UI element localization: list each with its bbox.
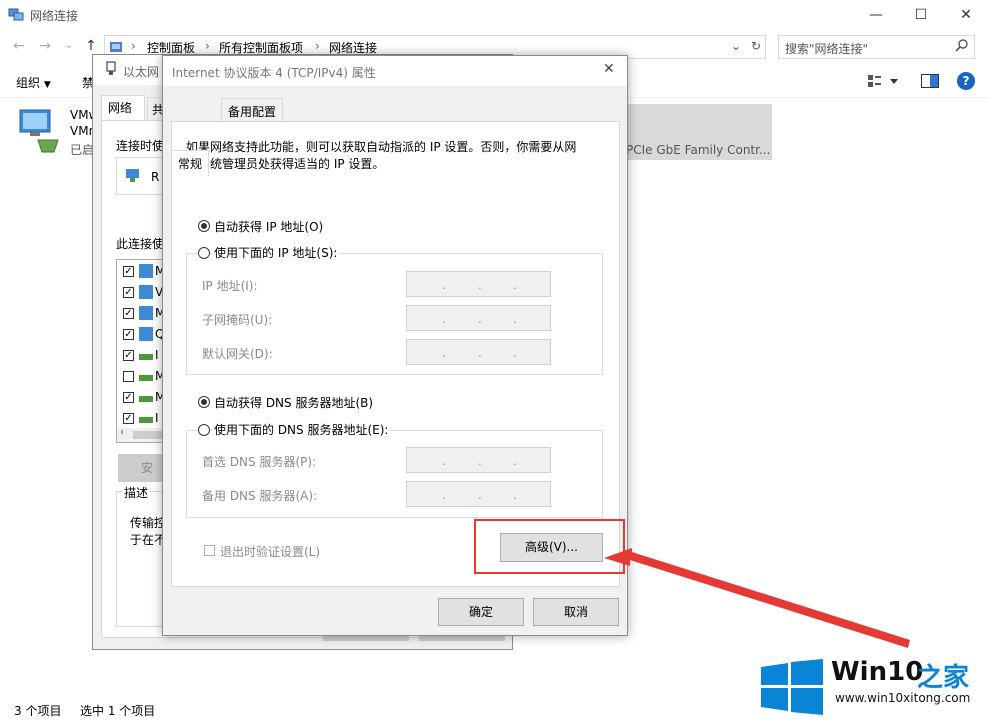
windows-logo-icon	[761, 659, 823, 718]
tab-general[interactable]: 常规	[171, 150, 210, 176]
brand-suffix: 之家	[917, 663, 970, 693]
annotation-arrow-icon	[604, 548, 910, 648]
watermark: Win10 之家 www.win10xitong.com	[757, 655, 989, 721]
brand-name: Win10	[831, 657, 924, 687]
watermark-url: www.win10xitong.com	[835, 691, 971, 705]
